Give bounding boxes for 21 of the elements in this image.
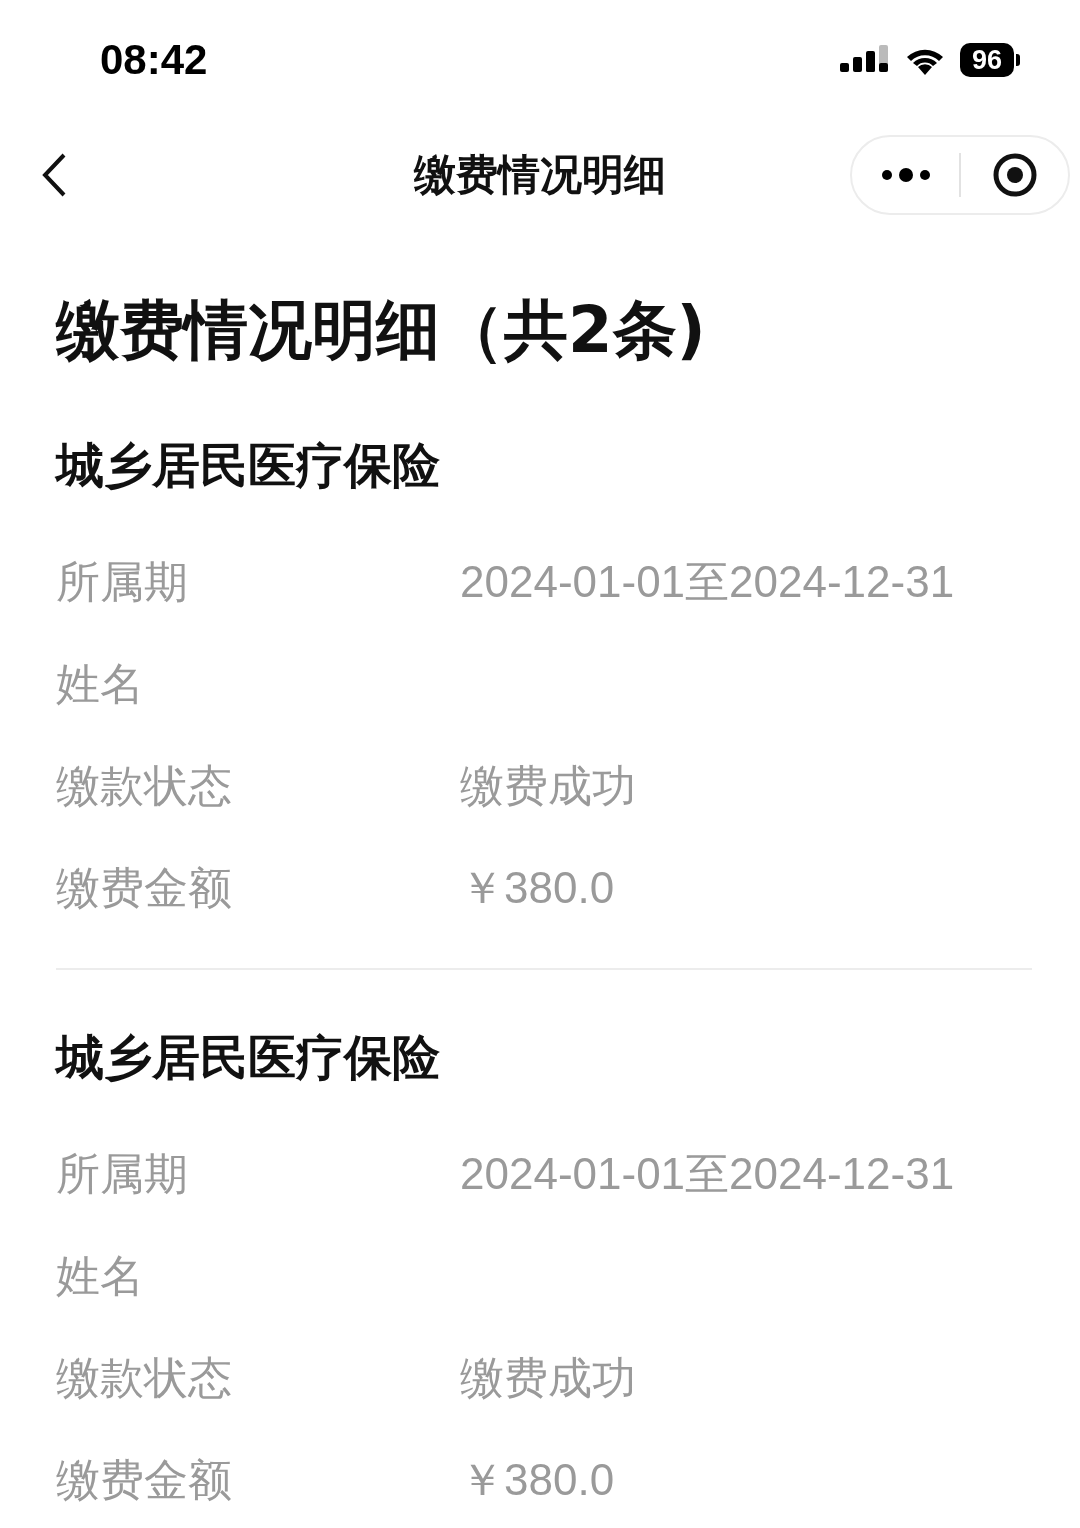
field-value: ￥380.0 bbox=[460, 863, 616, 913]
page-title: 缴费情况明细 bbox=[414, 150, 666, 199]
field-label: 姓名 bbox=[56, 659, 145, 709]
target-icon bbox=[991, 152, 1038, 198]
field-label: 缴款状态 bbox=[56, 761, 233, 811]
field-value: 缴费成功 bbox=[460, 761, 637, 811]
clock-time: 08:42 bbox=[100, 36, 209, 84]
field-label: 所属期 bbox=[56, 557, 189, 607]
list-heading: 缴费情况明细（共2条) bbox=[56, 292, 707, 369]
more-icon bbox=[880, 168, 931, 182]
section-title: 城乡居民医疗保险 bbox=[56, 436, 441, 495]
field-value: 2024-01-01至2024-12-31 bbox=[460, 557, 956, 607]
field-value: 2024-01-01至2024-12-31 bbox=[460, 1149, 956, 1199]
field-label: 缴款状态 bbox=[56, 1353, 233, 1403]
field-value: ￥380.0 bbox=[460, 1455, 616, 1505]
field-value: 缴费成功 bbox=[460, 1353, 637, 1403]
field-label: 所属期 bbox=[56, 1149, 189, 1199]
field-label: 缴费金额 bbox=[56, 863, 233, 913]
section-title: 城乡居民医疗保险 bbox=[56, 1028, 441, 1087]
field-label: 姓名 bbox=[56, 1251, 145, 1301]
field-label: 缴费金额 bbox=[56, 1455, 233, 1505]
